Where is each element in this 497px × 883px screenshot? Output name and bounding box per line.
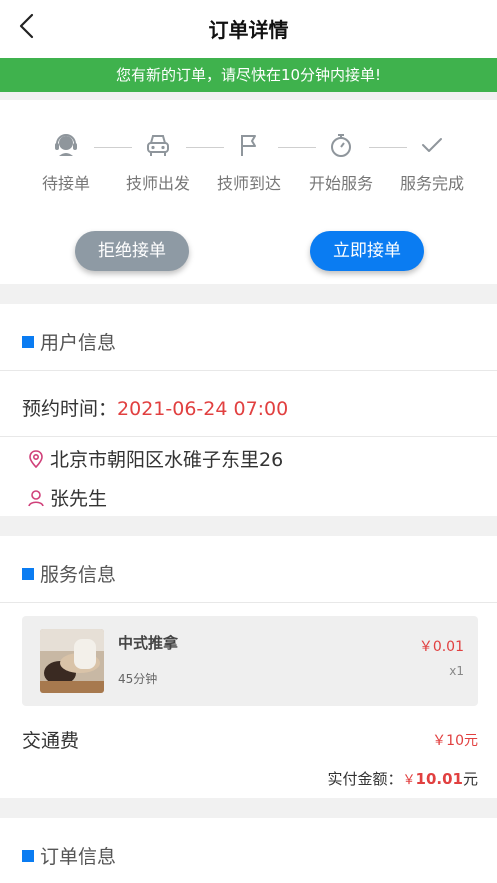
total-amount: 10.01 — [415, 770, 463, 788]
transport-fee-value: ￥10元 — [432, 733, 478, 749]
address-text: 北京市朝阳区水碓子东里26 — [50, 449, 284, 471]
step-start-service: 开始服务 — [296, 132, 386, 194]
section-heading: 服务信息 — [22, 560, 116, 587]
section-marker — [22, 568, 34, 580]
step-label: 技师到达 — [216, 174, 281, 193]
contact-name: 张先生 — [50, 488, 108, 510]
top-bar: 订单详情 — [0, 0, 497, 58]
page-title: 订单详情 — [208, 18, 289, 42]
appointment-row: 预约时间：2021-06-24 07:00 — [22, 394, 288, 421]
contact-row: 张先生 — [28, 484, 107, 511]
order-status-card: 待接单 技师出发 技师到达 开始服务 服务完成 拒绝接单 立即接单 — [0, 100, 497, 284]
address-row[interactable]: 北京市朝阳区水碓子东里26 — [28, 445, 283, 472]
divider — [0, 602, 497, 603]
step-label: 待接单 — [41, 174, 90, 193]
step-arrive: 技师到达 — [204, 132, 294, 194]
appointment-value: 2021-06-24 07:00 — [117, 398, 289, 420]
total-label: 实付金额： — [327, 770, 403, 788]
appointment-label: 预约时间： — [22, 398, 118, 420]
section-heading-text: 订单信息 — [40, 846, 117, 868]
transport-fee-label: 交通费 — [22, 730, 80, 752]
total-unit: 元 — [462, 770, 478, 788]
order-info-section: 订单信息 — [0, 818, 497, 883]
stopwatch-icon — [331, 134, 351, 157]
flag-icon — [241, 135, 256, 156]
step-complete: 服务完成 — [387, 132, 477, 194]
step-pending: 待接单 — [21, 132, 111, 194]
section-heading-text: 服务信息 — [40, 564, 117, 586]
step-label: 技师出发 — [125, 174, 190, 193]
user-icon — [28, 490, 44, 507]
accept-order-button[interactable]: 立即接单 — [310, 231, 424, 271]
divider — [0, 436, 497, 437]
headset-icon — [55, 134, 77, 156]
section-heading: 用户信息 — [22, 328, 116, 355]
step-label: 服务完成 — [399, 174, 464, 193]
check-icon — [422, 138, 442, 152]
car-icon — [147, 135, 169, 156]
service-info-section: 服务信息 中式推拿 45分钟 ￥0.01 x1 交通费 ￥10元 实付金额：￥1… — [0, 536, 497, 798]
service-item-card[interactable]: 中式推拿 45分钟 ￥0.01 x1 — [22, 616, 478, 706]
divider — [0, 370, 497, 371]
user-info-section: 用户信息 预约时间：2021-06-24 07:00 北京市朝阳区水碓子东里26… — [0, 304, 497, 516]
section-heading-text: 用户信息 — [40, 332, 117, 354]
total-row: 实付金额：￥10.01元 — [328, 768, 479, 789]
reject-order-button[interactable]: 拒绝接单 — [75, 231, 189, 271]
total-currency: ￥ — [402, 773, 416, 788]
section-heading: 订单信息 — [22, 842, 116, 869]
location-pin-icon — [29, 450, 43, 469]
section-marker — [22, 336, 34, 348]
service-name: 中式推拿 — [118, 634, 179, 652]
step-label: 开始服务 — [308, 174, 373, 193]
service-thumbnail — [40, 629, 104, 693]
step-depart: 技师出发 — [113, 132, 203, 194]
section-marker — [22, 850, 34, 862]
service-duration: 45分钟 — [118, 672, 158, 686]
service-price: ￥0.01 — [418, 639, 464, 655]
service-quantity: x1 — [449, 664, 464, 678]
new-order-banner: 您有新的订单，请尽快在10分钟内接单! — [0, 58, 497, 92]
